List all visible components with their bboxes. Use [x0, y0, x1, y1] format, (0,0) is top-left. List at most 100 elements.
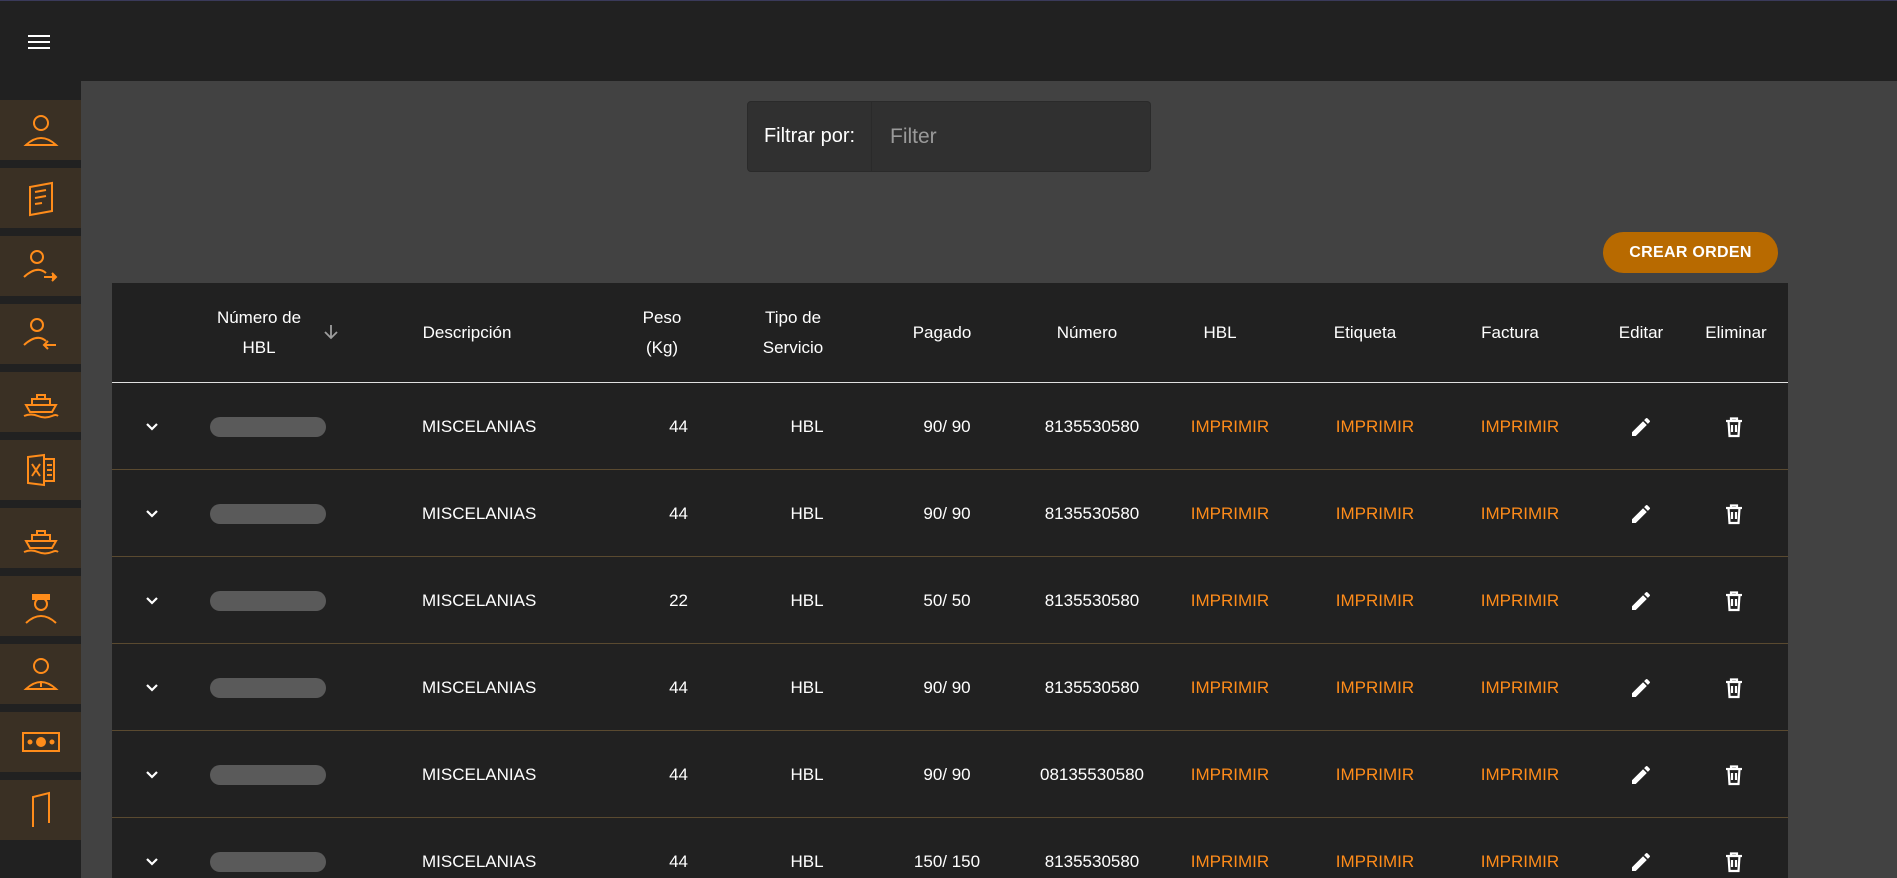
- sidebar-item-shipments[interactable]: [0, 372, 81, 432]
- expand-row-button[interactable]: [132, 731, 172, 818]
- user-export-icon: [22, 250, 57, 282]
- header-description[interactable]: Descripción: [412, 283, 522, 383]
- print-label-link[interactable]: IMPRIMIR: [1336, 591, 1414, 611]
- service-type-cell: HBL: [790, 677, 824, 697]
- delete-icon[interactable]: [1714, 668, 1754, 708]
- sidebar-item-receiver[interactable]: [0, 304, 81, 364]
- sidebar-item-sender[interactable]: [0, 236, 81, 296]
- edit-icon[interactable]: [1621, 842, 1661, 878]
- description-cell: MISCELANIAS: [422, 590, 537, 610]
- print-hbl-link[interactable]: IMPRIMIR: [1191, 852, 1269, 872]
- chevron-down-icon: [146, 857, 158, 866]
- edit-icon[interactable]: [1621, 407, 1661, 447]
- sidebar-item-drivers[interactable]: [0, 576, 81, 636]
- header-invoice: Factura: [1481, 323, 1539, 342]
- print-hbl-link[interactable]: IMPRIMIR: [1191, 591, 1269, 611]
- print-invoice-link[interactable]: IMPRIMIR: [1481, 417, 1559, 437]
- sidebar-item-user[interactable]: [0, 100, 81, 160]
- print-invoice-link[interactable]: IMPRIMIR: [1481, 504, 1559, 524]
- table-row: MISCELANIAS 44 HBL 90/ 90 8135530580 IMPRIMIR…: [112, 644, 1788, 731]
- expand-row-button[interactable]: [132, 470, 172, 557]
- table-row: MISCELANIAS 44 HBL 90/ 90 8135530580 IMPRIMIR…: [112, 470, 1788, 557]
- sidebar-item-logout[interactable]: [0, 780, 81, 840]
- table-row: MISCELANIAS 44 HBL 150/ 150 8135530580 IMPRIM…: [112, 818, 1788, 878]
- print-label-link[interactable]: IMPRIMIR: [1336, 852, 1414, 872]
- print-label-link[interactable]: IMPRIMIR: [1336, 765, 1414, 785]
- print-invoice-link[interactable]: IMPRIMIR: [1481, 678, 1559, 698]
- table-row: MISCELANIAS 22 HBL 50/ 50 8135530580 IMPRIMIR…: [112, 557, 1788, 644]
- filter-input[interactable]: [872, 101, 1151, 172]
- top-app-bar: [0, 0, 1897, 81]
- header-weight[interactable]: Peso (Kg): [632, 283, 692, 383]
- hbl-number-redacted: [210, 557, 330, 644]
- expand-row-button[interactable]: [132, 818, 172, 878]
- header-service-type[interactable]: Tipo de Servicio: [748, 283, 838, 383]
- sidebar-item-contacts[interactable]: [0, 644, 81, 704]
- header-paid[interactable]: Pagado: [892, 283, 992, 383]
- paid-cell: 90/ 90: [923, 764, 971, 784]
- arrow-down-icon[interactable]: [321, 322, 341, 342]
- print-label-link[interactable]: IMPRIMIR: [1336, 417, 1414, 437]
- print-hbl-link[interactable]: IMPRIMIR: [1191, 417, 1269, 437]
- print-hbl-link[interactable]: IMPRIMIR: [1191, 504, 1269, 524]
- header-hbl: HBL: [1203, 323, 1237, 342]
- header-label: Etiqueta: [1333, 323, 1397, 342]
- description-cell: MISCELANIAS: [422, 764, 537, 784]
- delete-icon[interactable]: [1714, 407, 1754, 447]
- sidebar-item-payments[interactable]: [0, 712, 81, 772]
- hbl-number-redacted: [210, 818, 330, 878]
- expand-row-button[interactable]: [132, 383, 172, 470]
- service-type-cell: HBL: [790, 590, 824, 610]
- edit-icon[interactable]: [1621, 581, 1661, 621]
- delete-icon[interactable]: [1714, 581, 1754, 621]
- delete-icon[interactable]: [1714, 842, 1754, 878]
- hbl-number-redacted: [210, 644, 330, 731]
- weight-cell: 44: [669, 851, 688, 871]
- table-row: MISCELANIAS 44 HBL 90/ 90 8135530580 IMPRIMIR…: [112, 383, 1788, 470]
- paid-cell: 90/ 90: [923, 503, 971, 523]
- user-icon: [22, 115, 59, 146]
- print-invoice-link[interactable]: IMPRIMIR: [1481, 765, 1559, 785]
- filter-label: Filtrar por:: [747, 101, 872, 172]
- print-invoice-link[interactable]: IMPRIMIR: [1481, 591, 1559, 611]
- create-order-button[interactable]: CREAR ORDEN: [1603, 232, 1778, 273]
- print-invoice-link[interactable]: IMPRIMIR: [1481, 852, 1559, 872]
- chevron-down-icon: [146, 509, 158, 518]
- sidebar-item-containers[interactable]: [0, 508, 81, 568]
- ship-icon: [23, 530, 59, 555]
- delete-icon[interactable]: [1714, 755, 1754, 795]
- number-cell: 8135530580: [1044, 590, 1140, 610]
- edit-icon[interactable]: [1621, 668, 1661, 708]
- menu-icon[interactable]: [22, 27, 58, 57]
- print-label-link[interactable]: IMPRIMIR: [1336, 678, 1414, 698]
- paid-cell: 50/ 50: [923, 590, 971, 610]
- number-cell: 8135530580: [1044, 677, 1140, 697]
- chevron-down-icon: [146, 683, 158, 692]
- description-cell: MISCELANIAS: [422, 851, 537, 871]
- expand-row-button[interactable]: [132, 644, 172, 731]
- table-row: MISCELANIAS 44 HBL 90/ 90 08135530580 IMPRIMI…: [112, 731, 1788, 818]
- sidebar-item-documents[interactable]: [0, 168, 81, 228]
- sidebar-item-excel[interactable]: [0, 440, 81, 500]
- expand-row-button[interactable]: [132, 557, 172, 644]
- service-type-cell: HBL: [790, 503, 824, 523]
- weight-cell: 22: [669, 590, 688, 610]
- number-cell: 8135530580: [1044, 416, 1140, 436]
- description-cell: MISCELANIAS: [422, 677, 537, 697]
- paid-cell: 90/ 90: [923, 677, 971, 697]
- print-hbl-link[interactable]: IMPRIMIR: [1191, 678, 1269, 698]
- number-cell: 8135530580: [1044, 851, 1140, 871]
- edit-icon[interactable]: [1621, 755, 1661, 795]
- paid-cell: 150/ 150: [913, 851, 981, 871]
- description-cell: MISCELANIAS: [422, 503, 537, 523]
- print-hbl-link[interactable]: IMPRIMIR: [1191, 765, 1269, 785]
- print-label-link[interactable]: IMPRIMIR: [1336, 504, 1414, 524]
- edit-icon[interactable]: [1621, 494, 1661, 534]
- header-hbl-number[interactable]: Número de HBL: [202, 283, 316, 383]
- header-number[interactable]: Número: [1032, 283, 1142, 383]
- sidebar: [0, 81, 81, 878]
- number-cell: 8135530580: [1044, 503, 1140, 523]
- orders-table: Número de HBL Descripción Peso (Kg) Tipo…: [112, 283, 1788, 878]
- user-import-icon: [22, 318, 56, 350]
- delete-icon[interactable]: [1714, 494, 1754, 534]
